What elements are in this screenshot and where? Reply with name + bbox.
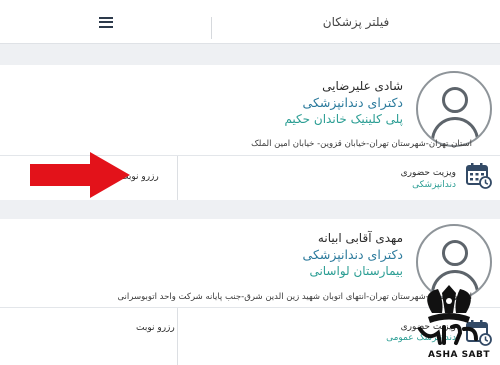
book-appointment-button[interactable]: رزرو نوبت (136, 323, 175, 333)
list-icon (98, 16, 113, 28)
doctor-name[interactable]: شادی علیرضایی (322, 79, 403, 93)
view-toggle-button[interactable] (0, 0, 211, 44)
doctor-specialty: دکترای دندانپزشکی (302, 95, 403, 110)
calendar-clock-icon (466, 163, 492, 189)
visit-specialty: دندانپزشکی (412, 180, 456, 190)
doctor-clinic[interactable]: بیمارستان لواسانی (309, 264, 403, 278)
doctor-name[interactable]: مهدی آقابی ابیانه (318, 231, 403, 245)
card-footer-divider (177, 308, 178, 365)
watermark-logo: ASHA SABT (398, 283, 500, 365)
doctor-address: استان تهران-شهرستان تهران-خیابان قزوین- … (251, 139, 472, 149)
watermark-brand-en: ASHA SABT (428, 350, 491, 360)
arrow-right-icon (30, 152, 130, 198)
visit-type: ویزیت حضوری (400, 168, 456, 178)
doctor-clinic[interactable]: پلی کلینیک خاندان حکیم (284, 112, 403, 126)
top-bar: فیلتر پزشکان (0, 0, 500, 44)
filter-doctors-label: فیلتر پزشکان (322, 15, 390, 29)
avatar (416, 71, 492, 147)
card-footer-divider (177, 156, 178, 200)
crown-logo-icon (418, 285, 478, 345)
filter-doctors-button[interactable]: فیلتر پزشکان (212, 0, 500, 44)
doctor-specialty: دکترای دندانپزشکی (302, 247, 403, 262)
